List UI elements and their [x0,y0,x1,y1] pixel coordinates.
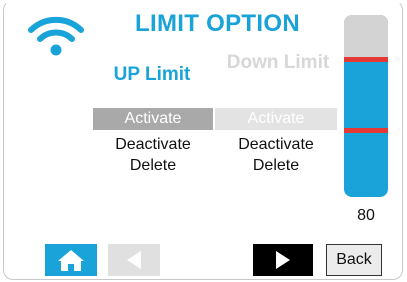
up-activate-option[interactable]: Activate [93,108,213,130]
down-deactivate-option[interactable]: Deactivate [215,134,337,156]
up-deactivate-option[interactable]: Deactivate [93,134,213,156]
home-button[interactable] [45,244,97,276]
upper-limit-marker[interactable] [344,57,388,62]
position-slider[interactable] [344,15,388,197]
down-limit-heading: Down Limit [226,52,330,73]
lower-limit-marker[interactable] [344,128,388,133]
slider-track [344,15,388,59]
up-limit-heading: UP Limit [113,64,191,85]
down-activate-option[interactable]: Activate [215,108,337,130]
next-button[interactable] [253,244,313,276]
previous-button[interactable] [108,244,160,276]
up-delete-option[interactable]: Delete [93,155,213,177]
wifi-icon [28,16,84,56]
back-button[interactable]: Back [326,244,382,276]
triangle-right-icon [276,251,290,269]
slider-value: 80 [357,207,375,224]
page-title: LIMIT OPTION [135,10,300,37]
down-delete-option[interactable]: Delete [215,155,337,177]
triangle-left-icon [127,251,141,269]
home-icon [58,250,84,271]
